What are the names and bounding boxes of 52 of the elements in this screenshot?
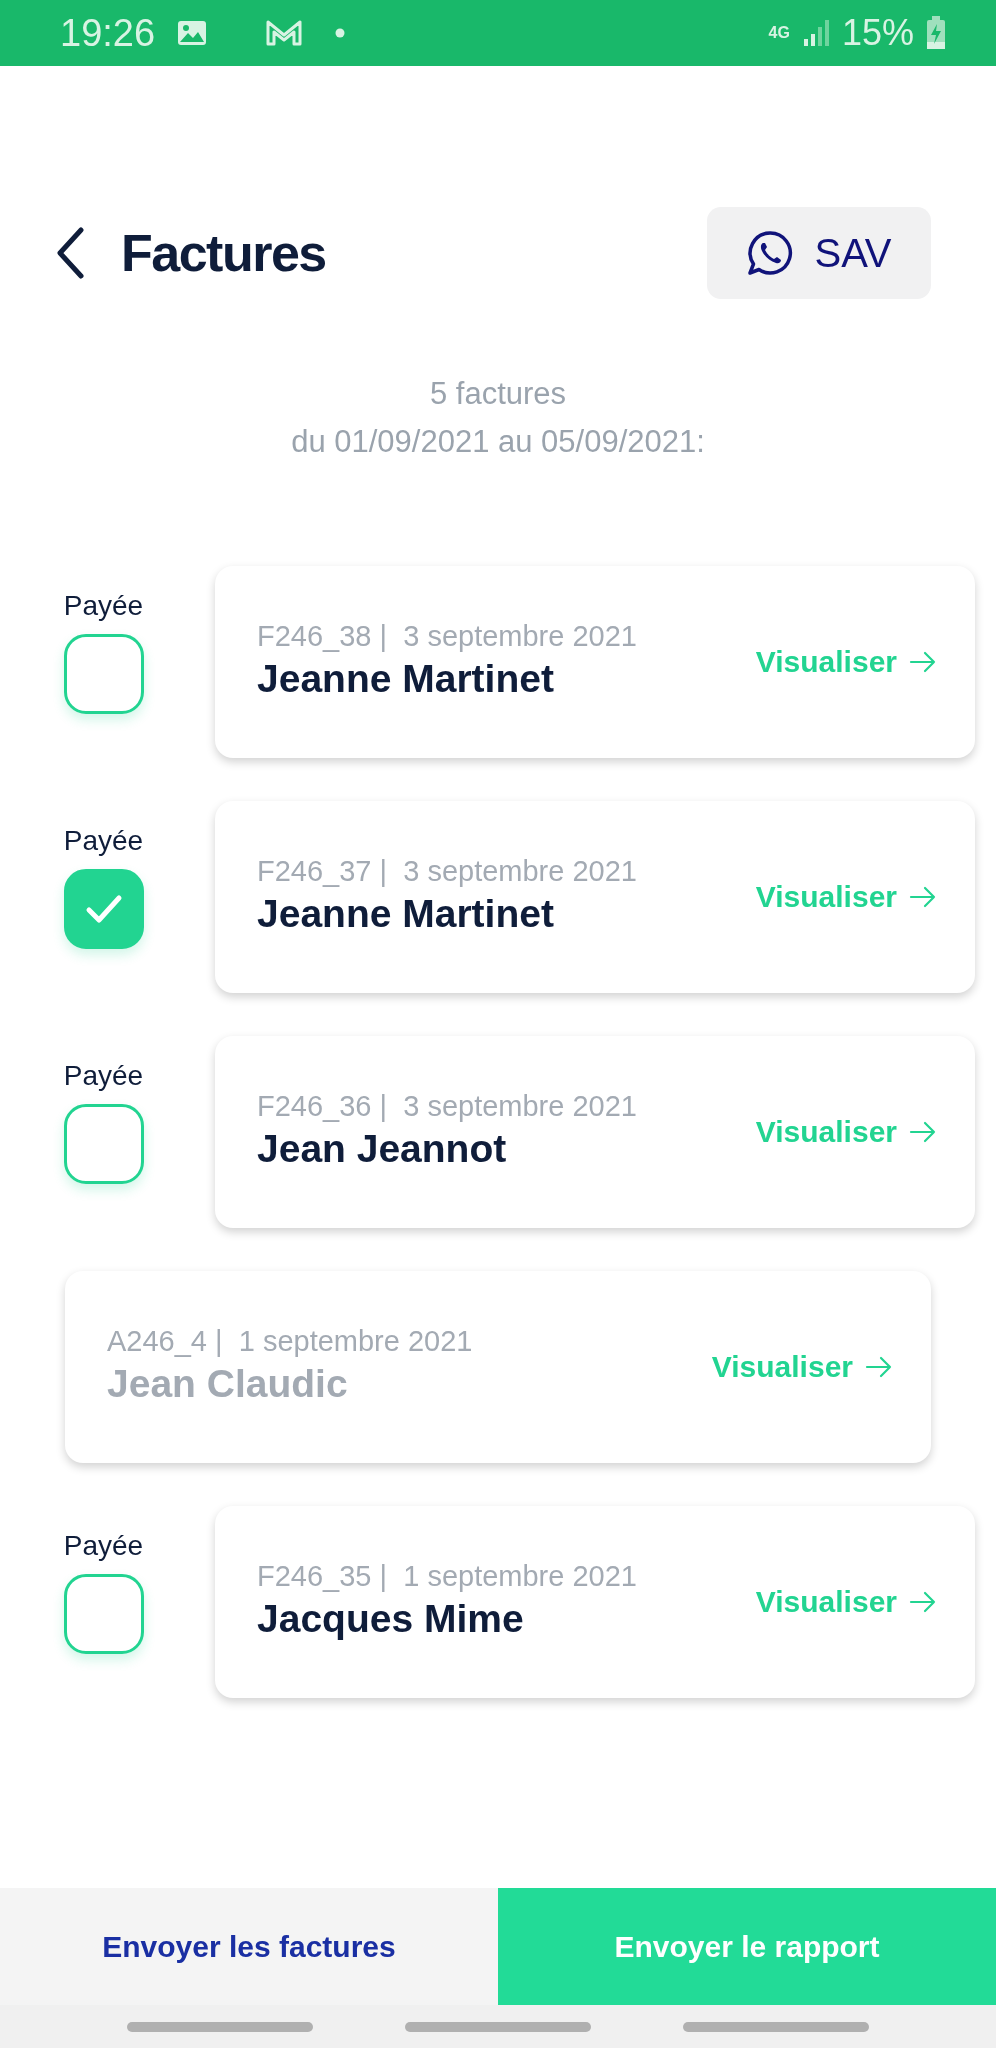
- client-name: Jeanne Martinet: [257, 656, 555, 701]
- view-link[interactable]: Visualiser: [755, 880, 937, 914]
- arrow-right-icon: [909, 651, 937, 673]
- invoice-reference-date: F246_36 | 3 septembre 2021: [257, 1089, 638, 1123]
- date-range: du 01/09/2021 au 05/09/2021:: [291, 423, 705, 461]
- paid-label: Payée: [63, 1060, 144, 1092]
- invoice-card[interactable]: A246_4 | 1 septembre 2021 Jean Claudic Visualiser: [65, 1271, 931, 1463]
- invoice-reference-date: F246_38 | 3 septembre 2021: [257, 619, 638, 653]
- back-icon[interactable]: [55, 227, 85, 279]
- paid-checkbox[interactable]: [63, 1104, 144, 1184]
- network-type: 4G: [768, 24, 790, 42]
- paid-label: Payée: [63, 590, 144, 622]
- arrow-right-icon: [865, 1356, 893, 1378]
- paid-label: Payée: [63, 1530, 144, 1562]
- support-button[interactable]: SAV: [707, 207, 931, 299]
- client-name: Jean Jeannot: [257, 1126, 508, 1171]
- view-link[interactable]: Visualiser: [755, 1585, 937, 1619]
- invoice-reference-date: F246_37 | 3 septembre 2021: [257, 854, 638, 888]
- nav-handle[interactable]: [405, 2021, 591, 2032]
- view-link[interactable]: Visualiser: [711, 1350, 893, 1384]
- footer-button[interactable]: Envoyer le rapport: [498, 1888, 996, 2005]
- nav-handle[interactable]: [127, 2021, 313, 2032]
- invoice-card[interactable]: F246_35 | 1 septembre 2021 Jacques Mime Visualiser: [215, 1506, 975, 1698]
- notification-dot-icon: [335, 28, 346, 38]
- nav-handle[interactable]: [683, 2021, 869, 2032]
- paid-label: Payée: [63, 825, 144, 857]
- paid-checkbox[interactable]: [63, 634, 144, 714]
- client-name: Jacques Mime: [257, 1596, 525, 1641]
- status-time: 19:26: [60, 11, 156, 55]
- paid-checkbox[interactable]: [63, 1574, 144, 1654]
- invoice-card[interactable]: F246_36 | 3 septembre 2021 Jean Jeannot Visualiser: [215, 1036, 975, 1228]
- client-name: Jean Claudic: [107, 1361, 349, 1406]
- signal-icon: [801, 19, 832, 47]
- whatsapp-icon: [746, 229, 795, 277]
- invoice-card[interactable]: F246_37 | 3 septembre 2021 Jeanne Martinet Visualiser: [215, 801, 975, 993]
- image-icon: [177, 20, 208, 46]
- invoice-card[interactable]: F246_38 | 3 septembre 2021 Jeanne Martinet Visualiser: [215, 566, 975, 758]
- battery-level: 15%: [841, 12, 914, 54]
- arrow-right-icon: [909, 886, 937, 908]
- page-title: Factures: [121, 223, 326, 283]
- client-name: Jeanne Martinet: [257, 891, 555, 936]
- paid-checkbox[interactable]: [63, 869, 144, 949]
- battery-charging-icon: [926, 16, 946, 50]
- invoice-reference-date: F246_35 | 1 septembre 2021: [257, 1559, 638, 1593]
- view-link[interactable]: Visualiser: [755, 1115, 937, 1149]
- view-link[interactable]: Visualiser: [755, 645, 937, 679]
- invoice-count: 5 factures: [429, 375, 567, 413]
- arrow-right-icon: [909, 1121, 937, 1143]
- mail-icon: [265, 19, 304, 47]
- footer-button[interactable]: Envoyer les factures: [0, 1888, 498, 2005]
- arrow-right-icon: [909, 1591, 937, 1613]
- invoice-reference-date: A246_4 | 1 septembre 2021: [107, 1324, 474, 1358]
